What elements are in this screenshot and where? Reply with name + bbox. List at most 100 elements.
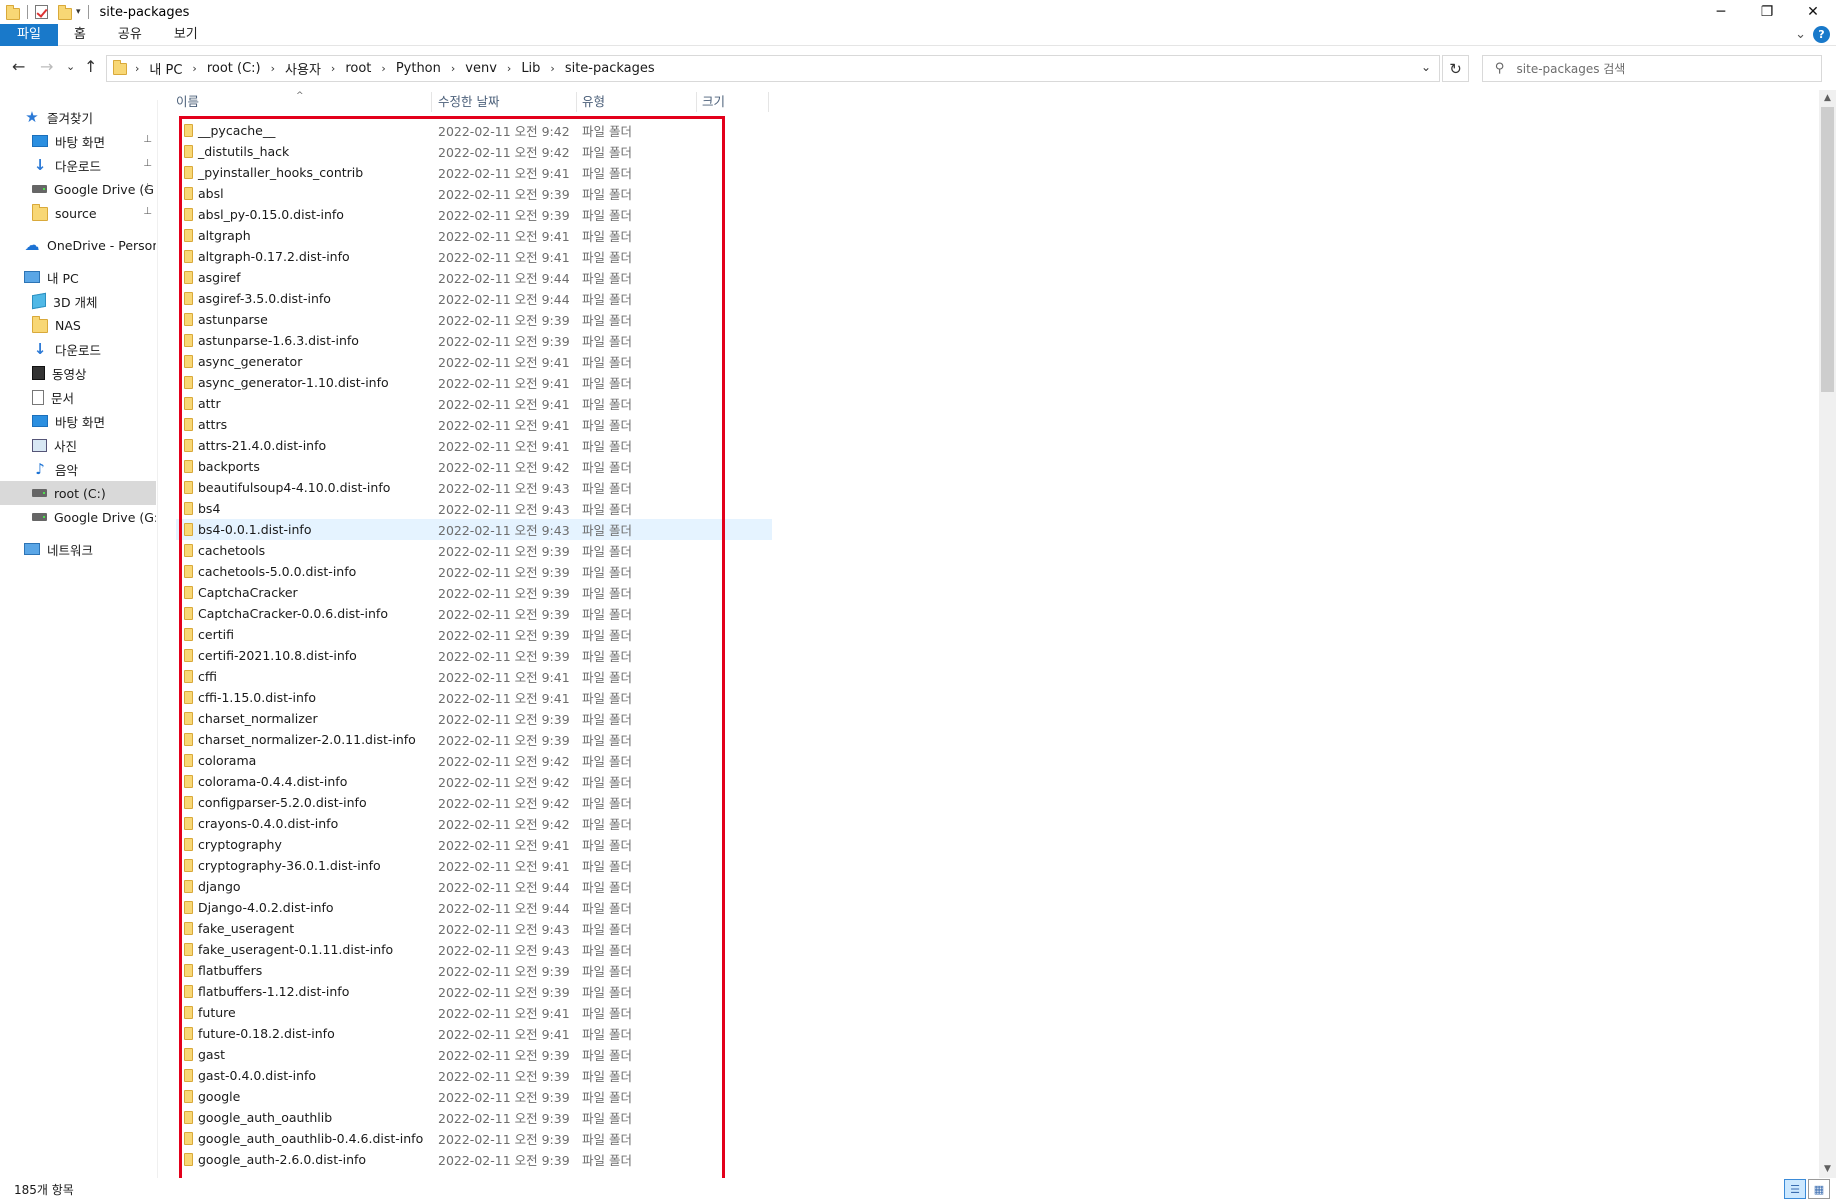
sidebar-item-pictures[interactable]: 사진	[0, 433, 156, 457]
file-name[interactable]: charset_normalizer-2.0.11.dist-info	[198, 732, 416, 747]
file-row[interactable]: configparser-5.2.0.dist-info 2022-02-11 오…	[176, 792, 772, 813]
file-name[interactable]: attr	[198, 396, 221, 411]
scrollbar-thumb[interactable]	[1821, 107, 1834, 392]
file-name[interactable]: gast-0.4.0.dist-info	[198, 1068, 316, 1083]
file-row[interactable]: attrs-21.4.0.dist-info 2022-02-11 오전 9:41…	[176, 435, 772, 456]
file-name[interactable]: google	[198, 1089, 240, 1104]
file-row[interactable]: fake_useragent 2022-02-11 오전 9:43 파일 폴더	[176, 918, 772, 939]
file-name[interactable]: attrs	[198, 417, 227, 432]
file-row[interactable]: certifi-2021.10.8.dist-info 2022-02-11 오전…	[176, 645, 772, 666]
file-name[interactable]: altgraph	[198, 228, 251, 243]
pin-icon[interactable]: ⊥	[143, 182, 152, 193]
properties-icon[interactable]	[35, 5, 48, 19]
large-icons-view-icon[interactable]: ▦	[1808, 1179, 1830, 1199]
sidebar-item-music[interactable]: ♪ 음악	[0, 457, 156, 481]
customize-toolbar-icon[interactable]: ▾	[76, 7, 81, 17]
file-name[interactable]: certifi	[198, 627, 234, 642]
breadcrumb-separator[interactable]: ›	[192, 62, 196, 75]
file-row[interactable]: charset_normalizer-2.0.11.dist-info 2022-…	[176, 729, 772, 750]
file-name[interactable]: absl_py-0.15.0.dist-info	[198, 207, 344, 222]
file-name[interactable]: flatbuffers-1.12.dist-info	[198, 984, 349, 999]
file-row[interactable]: _pyinstaller_hooks_contrib 2022-02-11 오전 …	[176, 162, 772, 183]
column-header-name[interactable]: 이름 ^	[176, 90, 431, 114]
new-folder-icon[interactable]	[58, 4, 72, 20]
breadcrumb-item[interactable]: 사용자	[285, 59, 321, 78]
file-name[interactable]: future	[198, 1005, 236, 1020]
file-row[interactable]: django 2022-02-11 오전 9:44 파일 폴더	[176, 876, 772, 897]
file-name[interactable]: cachetools-5.0.0.dist-info	[198, 564, 356, 579]
back-button[interactable]: ←	[12, 57, 25, 76]
file-name[interactable]: fake_useragent	[198, 921, 294, 936]
file-row[interactable]: colorama 2022-02-11 오전 9:42 파일 폴더	[176, 750, 772, 771]
file-name[interactable]: configparser-5.2.0.dist-info	[198, 795, 367, 810]
tab-share[interactable]: 공유	[102, 24, 158, 46]
sidebar-item-videos[interactable]: 동영상	[0, 361, 156, 385]
file-row[interactable]: google_auth_oauthlib-0.4.6.dist-info 2022…	[176, 1128, 772, 1149]
search-box[interactable]: ⚲	[1482, 55, 1822, 82]
file-name[interactable]: cryptography	[198, 837, 282, 852]
file-row[interactable]: __pycache__ 2022-02-11 오전 9:42 파일 폴더	[176, 120, 772, 141]
file-row[interactable]: Django-4.0.2.dist-info 2022-02-11 오전 9:44…	[176, 897, 772, 918]
file-name[interactable]: google_auth-2.6.0.dist-info	[198, 1152, 366, 1167]
sidebar-item-3d-objects[interactable]: 3D 개체	[0, 289, 156, 313]
search-input[interactable]	[1516, 61, 1797, 76]
address-dropdown-icon[interactable]: ⌄	[1421, 60, 1431, 74]
close-button[interactable]: ✕	[1790, 0, 1836, 24]
column-divider[interactable]	[696, 92, 697, 112]
file-name[interactable]: cffi-1.15.0.dist-info	[198, 690, 316, 705]
file-row[interactable]: CaptchaCracker 2022-02-11 오전 9:39 파일 폴더	[176, 582, 772, 603]
file-row[interactable]: flatbuffers 2022-02-11 오전 9:39 파일 폴더	[176, 960, 772, 981]
sidebar-item-root-c[interactable]: root (C:)	[0, 481, 156, 505]
file-name[interactable]: gast	[198, 1047, 225, 1062]
file-name[interactable]: future-0.18.2.dist-info	[198, 1026, 335, 1041]
breadcrumb-separator[interactable]: ›	[331, 62, 335, 75]
file-row[interactable]: astunparse 2022-02-11 오전 9:39 파일 폴더	[176, 309, 772, 330]
sidebar-item-google-drive-g[interactable]: Google Drive (G:)	[0, 505, 156, 529]
file-row[interactable]: absl_py-0.15.0.dist-info 2022-02-11 오전 9:…	[176, 204, 772, 225]
breadcrumb-item[interactable]: Python	[396, 61, 441, 76]
scroll-up-icon[interactable]: ▲	[1819, 90, 1836, 107]
column-header-type[interactable]: 유형	[582, 90, 672, 114]
pin-icon[interactable]: ⊥	[143, 206, 152, 217]
breadcrumb-separator[interactable]: ›	[507, 62, 511, 75]
address-bar[interactable]: › 내 PC › root (C:) › 사용자 › root › Python…	[106, 55, 1440, 82]
file-name[interactable]: cryptography-36.0.1.dist-info	[198, 858, 381, 873]
sidebar-item-this-pc[interactable]: 내 PC	[0, 265, 156, 289]
file-row[interactable]: async_generator-1.10.dist-info 2022-02-11…	[176, 372, 772, 393]
file-row[interactable]: bs4-0.0.1.dist-info 2022-02-11 오전 9:43 파일 …	[176, 519, 772, 540]
file-name[interactable]: astunparse-1.6.3.dist-info	[198, 333, 359, 348]
file-row[interactable]: google 2022-02-11 오전 9:39 파일 폴더	[176, 1086, 772, 1107]
file-name[interactable]: django	[198, 879, 241, 894]
help-icon[interactable]: ?	[1813, 26, 1830, 43]
pin-icon[interactable]: ⊥	[143, 134, 152, 145]
file-row[interactable]: altgraph-0.17.2.dist-info 2022-02-11 오전 9…	[176, 246, 772, 267]
file-row[interactable]: beautifulsoup4-4.10.0.dist-info 2022-02-1…	[176, 477, 772, 498]
file-name[interactable]: certifi-2021.10.8.dist-info	[198, 648, 357, 663]
file-row[interactable]: backports 2022-02-11 오전 9:42 파일 폴더	[176, 456, 772, 477]
file-name[interactable]: beautifulsoup4-4.10.0.dist-info	[198, 480, 390, 495]
file-name[interactable]: astunparse	[198, 312, 268, 327]
file-name[interactable]: bs4	[198, 501, 220, 516]
file-row[interactable]: fake_useragent-0.1.11.dist-info 2022-02-1…	[176, 939, 772, 960]
file-name[interactable]: CaptchaCracker	[198, 585, 298, 600]
breadcrumb-item[interactable]: Lib	[521, 61, 540, 76]
expand-ribbon-icon[interactable]: ⌄	[1795, 24, 1806, 46]
breadcrumb-item[interactable]: 내 PC	[149, 59, 182, 78]
column-divider[interactable]	[768, 92, 769, 112]
maximize-button[interactable]: ❐	[1744, 0, 1790, 24]
sidebar-item-nas[interactable]: NAS	[0, 313, 156, 337]
vertical-scrollbar[interactable]: ▲ ▼	[1819, 90, 1836, 1178]
breadcrumb-item[interactable]: root	[345, 61, 371, 76]
file-name[interactable]: CaptchaCracker-0.0.6.dist-info	[198, 606, 388, 621]
file-row[interactable]: _distutils_hack 2022-02-11 오전 9:42 파일 폴더	[176, 141, 772, 162]
sidebar-item-source[interactable]: source ⊥	[0, 201, 156, 225]
recent-locations-button[interactable]: ⌄	[66, 60, 75, 73]
file-name[interactable]: colorama	[198, 753, 256, 768]
sidebar-item-documents[interactable]: 문서	[0, 385, 156, 409]
pin-icon[interactable]: ⊥	[143, 158, 152, 169]
file-name[interactable]: absl	[198, 186, 224, 201]
column-header-date[interactable]: 수정한 날짜	[438, 90, 576, 114]
file-row[interactable]: gast 2022-02-11 오전 9:39 파일 폴더	[176, 1044, 772, 1065]
file-row[interactable]: absl 2022-02-11 오전 9:39 파일 폴더	[176, 183, 772, 204]
details-view-icon[interactable]: ☰	[1784, 1179, 1806, 1199]
